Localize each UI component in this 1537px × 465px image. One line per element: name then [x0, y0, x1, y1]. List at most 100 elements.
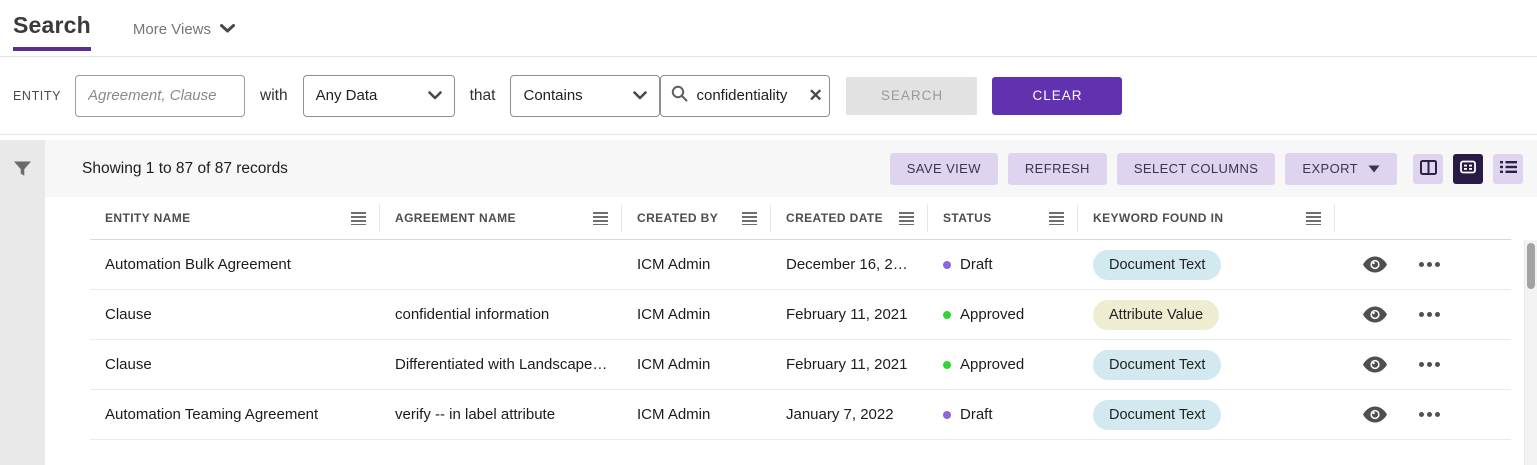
operator-select[interactable]: Contains [510, 75, 660, 117]
status-label: Approved [960, 306, 1024, 323]
grid-view-toggle[interactable] [1453, 154, 1483, 184]
chevron-down-icon [428, 87, 442, 104]
ellipsis-icon [1419, 312, 1440, 317]
status-cell: Draft [928, 406, 1078, 423]
search-button[interactable]: SEARCH [846, 77, 977, 115]
column-header-status[interactable]: STATUS [928, 204, 1078, 232]
eye-icon [1363, 256, 1387, 273]
column-header-actions [1335, 204, 1511, 232]
keyword-input[interactable] [696, 87, 800, 104]
column-header-created-by[interactable]: CREATED BY [622, 204, 771, 232]
entity-name-cell: Clause [90, 356, 380, 373]
search-icon [671, 85, 688, 107]
column-header-keyword-found-in[interactable]: KEYWORD FOUND IN [1078, 204, 1335, 232]
row-actions-button[interactable] [1419, 362, 1440, 367]
row-actions-button[interactable] [1419, 262, 1440, 267]
created-by-cell: ICM Admin [622, 306, 771, 323]
table-header-row: ENTITY NAME AGREEMENT NAME CREATED BY CR… [90, 197, 1511, 240]
keyword-found-in-cell: Document Text [1078, 350, 1335, 380]
eye-icon [1363, 306, 1387, 323]
status-label: Draft [960, 256, 993, 273]
list-view-icon [1500, 160, 1517, 177]
search-filter-bar: ENTITY with Any Data that Contains ✕ SEA… [0, 57, 1537, 135]
scrollbar-thumb[interactable] [1527, 243, 1535, 289]
entity-name-cell: Automation Bulk Agreement [90, 256, 380, 273]
record-count-text: Showing 1 to 87 of 87 records [82, 160, 288, 178]
filter-funnel-icon[interactable] [13, 159, 32, 465]
entity-name-cell: Clause [90, 306, 380, 323]
status-dot [943, 361, 951, 369]
preview-button[interactable] [1363, 356, 1387, 373]
list-view-toggle[interactable] [1493, 154, 1523, 184]
row-actions-button[interactable] [1419, 312, 1440, 317]
status-cell: Approved [928, 306, 1078, 323]
column-menu-icon[interactable] [742, 212, 757, 225]
table-row[interactable]: Automation Bulk Agreement ICM Admin Dece… [90, 240, 1511, 290]
table-row[interactable]: Clause Differentiated with Landscape… IC… [90, 340, 1511, 390]
agreement-name-cell: verify -- in label attribute [380, 406, 622, 423]
keyword-found-in-cell: Document Text [1078, 250, 1335, 280]
keyword-badge: Document Text [1093, 350, 1221, 380]
that-label: that [470, 87, 496, 105]
split-view-icon [1420, 160, 1437, 178]
clear-button[interactable]: CLEAR [992, 77, 1122, 115]
more-views-dropdown[interactable]: More Views [133, 20, 235, 38]
keyword-search-box: ✕ [660, 75, 830, 117]
column-menu-icon[interactable] [899, 212, 914, 225]
data-type-select[interactable]: Any Data [303, 75, 455, 117]
grid-view-icon [1460, 160, 1476, 177]
status-dot [943, 311, 951, 319]
data-type-select-value: Any Data [316, 87, 378, 104]
entity-name-cell: Automation Teaming Agreement [90, 406, 380, 423]
status-cell: Approved [928, 356, 1078, 373]
column-menu-icon[interactable] [351, 212, 366, 225]
with-label: with [260, 87, 288, 105]
preview-button[interactable] [1363, 306, 1387, 323]
column-menu-icon[interactable] [593, 212, 608, 225]
column-header-created-date[interactable]: CREATED DATE [771, 204, 928, 232]
row-actions-button[interactable] [1419, 412, 1440, 417]
agreement-name-cell: Differentiated with Landscape… [380, 356, 622, 373]
preview-button[interactable] [1363, 406, 1387, 423]
vertical-scrollbar[interactable] [1524, 240, 1537, 465]
keyword-found-in-cell: Attribute Value [1078, 300, 1335, 330]
save-view-button[interactable]: SAVE VIEW [890, 153, 998, 185]
chevron-down-icon [220, 20, 235, 38]
page-header: Search More Views [0, 0, 1537, 57]
more-views-label: More Views [133, 21, 211, 38]
agreement-name-cell: confidential information [380, 306, 622, 323]
eye-icon [1363, 356, 1387, 373]
status-dot [943, 411, 951, 419]
created-by-cell: ICM Admin [622, 356, 771, 373]
status-cell: Draft [928, 256, 1078, 273]
table-row[interactable]: Automation Teaming Agreement verify -- i… [90, 390, 1511, 440]
clear-keyword-icon[interactable]: ✕ [808, 87, 822, 104]
refresh-button[interactable]: REFRESH [1008, 153, 1107, 185]
column-header-agreement-name[interactable]: AGREEMENT NAME [380, 204, 622, 232]
entity-input[interactable] [75, 75, 245, 117]
export-button-label: EXPORT [1302, 161, 1358, 176]
results-section: Showing 1 to 87 of 87 records SAVE VIEW … [0, 140, 1537, 465]
ellipsis-icon [1419, 412, 1440, 417]
split-view-toggle[interactable] [1413, 154, 1443, 184]
table-row[interactable]: Clause confidential information ICM Admi… [90, 290, 1511, 340]
column-header-entity-name[interactable]: ENTITY NAME [90, 204, 380, 232]
keyword-badge: Document Text [1093, 400, 1221, 430]
select-columns-button[interactable]: SELECT COLUMNS [1117, 153, 1276, 185]
export-button[interactable]: EXPORT [1285, 153, 1397, 185]
results-toolbar: Showing 1 to 87 of 87 records SAVE VIEW … [45, 140, 1537, 197]
created-date-cell: February 11, 2021 [771, 306, 928, 323]
column-menu-icon[interactable] [1049, 212, 1064, 225]
column-menu-icon[interactable] [1306, 212, 1321, 225]
created-date-cell: February 11, 2021 [771, 356, 928, 373]
preview-button[interactable] [1363, 256, 1387, 273]
operator-select-value: Contains [523, 87, 582, 104]
ellipsis-icon [1419, 262, 1440, 267]
created-by-cell: ICM Admin [622, 256, 771, 273]
caret-down-icon [1368, 161, 1380, 176]
ellipsis-icon [1419, 362, 1440, 367]
created-by-cell: ICM Admin [622, 406, 771, 423]
filter-rail [0, 140, 45, 465]
status-label: Draft [960, 406, 993, 423]
status-dot [943, 261, 951, 269]
